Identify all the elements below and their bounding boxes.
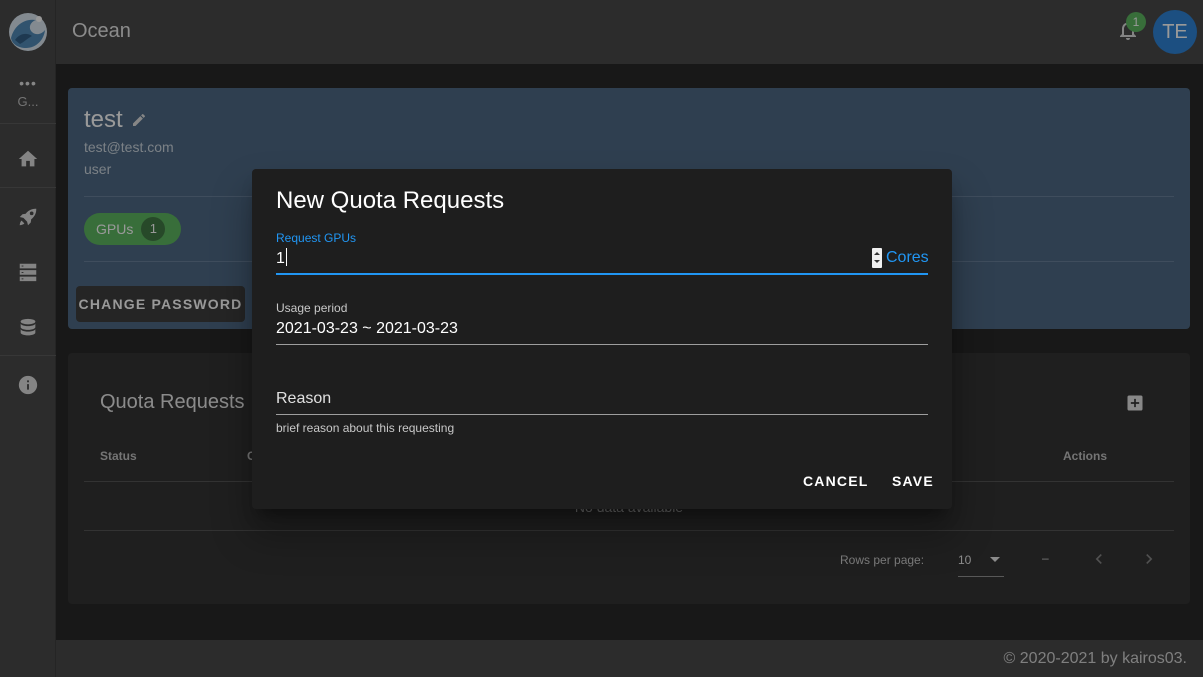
dialog-title: New Quota Requests — [276, 187, 505, 214]
reason-input[interactable]: Reason — [276, 390, 331, 408]
request-gpus-suffix: Cores — [886, 249, 929, 266]
reason-underline — [276, 414, 928, 415]
request-gpus-value: 1 — [276, 250, 285, 267]
text-cursor — [285, 248, 287, 266]
number-spinner-icon[interactable] — [872, 248, 882, 268]
save-button[interactable]: SAVE — [892, 473, 934, 489]
reason-hint: brief reason about this requesting — [276, 421, 455, 435]
usage-period-field[interactable]: 2021-03-23 ~ 2021-03-23 — [276, 320, 458, 338]
request-gpus-label: Request GPUs — [276, 231, 357, 245]
new-quota-request-dialog: New Quota Requests Request GPUs 1 Cores … — [252, 169, 952, 509]
request-gpus-input[interactable]: 1 — [276, 248, 287, 268]
usage-period-underline — [276, 344, 928, 345]
request-gpus-underline — [276, 273, 928, 275]
cancel-button[interactable]: CANCEL — [803, 473, 869, 489]
usage-period-label: Usage period — [276, 301, 348, 315]
